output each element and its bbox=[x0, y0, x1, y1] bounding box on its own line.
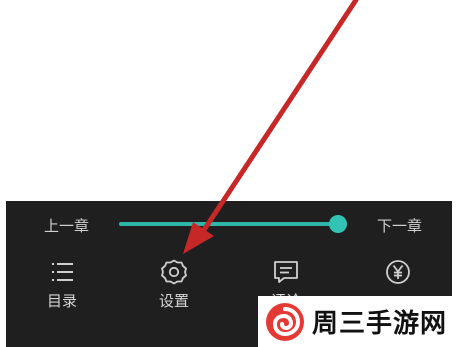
chapter-progress-slider[interactable] bbox=[119, 215, 347, 233]
slider-handle[interactable] bbox=[328, 215, 347, 233]
settings-button[interactable]: 设置 bbox=[134, 253, 214, 313]
prev-chapter-button[interactable]: 上一章 bbox=[44, 217, 89, 235]
gear-icon bbox=[161, 259, 187, 285]
comment-icon bbox=[274, 261, 298, 283]
yen-icon bbox=[386, 260, 410, 284]
menu-label-settings: 设置 bbox=[158, 292, 189, 310]
chapter-progress-row: 上一章 下一章 bbox=[6, 201, 452, 251]
swirl-logo-icon bbox=[266, 302, 304, 341]
table-of-contents-button[interactable]: 目录 bbox=[22, 253, 102, 313]
next-chapter-button[interactable]: 下一章 bbox=[377, 217, 422, 235]
menu-label-toc: 目录 bbox=[46, 292, 77, 310]
list-icon bbox=[52, 263, 73, 281]
watermark-text: 周三手游网 bbox=[312, 309, 448, 339]
site-watermark: 周三手游网 bbox=[258, 296, 458, 347]
